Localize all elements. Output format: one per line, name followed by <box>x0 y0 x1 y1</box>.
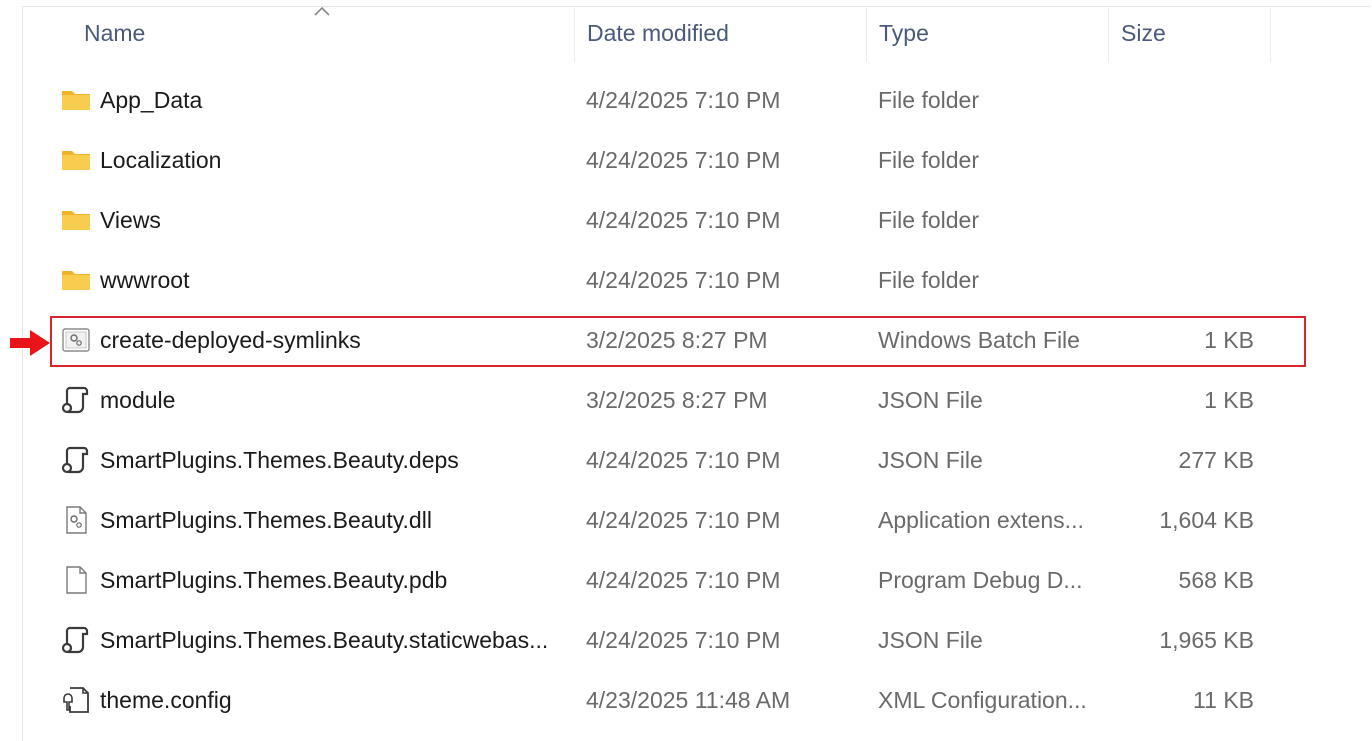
folder-icon <box>60 84 92 116</box>
column-divider[interactable] <box>574 8 575 62</box>
file-date-modified: 4/24/2025 7:10 PM <box>586 567 781 593</box>
file-name: SmartPlugins.Themes.Beauty.pdb <box>100 567 448 593</box>
sort-ascending-icon[interactable] <box>314 6 330 16</box>
column-divider[interactable] <box>866 8 867 62</box>
file-size: 1,604 KB <box>1159 507 1254 533</box>
folder-icon <box>60 144 92 176</box>
red-arrow-icon <box>10 330 50 356</box>
file-name: module <box>100 387 176 413</box>
file-row[interactable]: wwwroot 4/24/2025 7:10 PM File folder <box>52 251 1306 309</box>
file-name: theme.config <box>100 687 232 713</box>
file-row[interactable]: module 3/2/2025 8:27 PM JSON File 1 KB <box>52 371 1306 429</box>
dll-file-icon <box>60 504 92 536</box>
column-header-name[interactable]: Name <box>84 20 145 47</box>
json-file-icon <box>60 444 92 476</box>
file-type: XML Configuration... <box>878 687 1087 713</box>
column-header-size[interactable]: Size <box>1121 20 1166 47</box>
file-size: 568 KB <box>1178 567 1254 593</box>
file-name: SmartPlugins.Themes.Beauty.staticwebas..… <box>100 627 549 653</box>
file-date-modified: 3/2/2025 8:27 PM <box>586 387 768 413</box>
file-row[interactable]: SmartPlugins.Themes.Beauty.deps 4/24/2025… <box>52 431 1306 489</box>
file-date-modified: 4/24/2025 7:10 PM <box>586 627 781 653</box>
file-row[interactable]: theme.config 4/23/2025 11:48 AM XML Config… <box>52 671 1306 729</box>
file-size: 1,965 KB <box>1159 627 1254 653</box>
blank-file-icon <box>60 564 92 596</box>
file-row[interactable]: SmartPlugins.Themes.Beauty.staticwebas..… <box>52 611 1306 669</box>
file-date-modified: 4/24/2025 7:10 PM <box>586 87 781 113</box>
file-date-modified: 4/24/2025 7:10 PM <box>586 267 781 293</box>
file-name: Views <box>100 207 161 233</box>
file-row[interactable]: Localization 4/24/2025 7:10 PM File folder <box>52 131 1306 189</box>
column-divider[interactable] <box>1108 8 1109 62</box>
file-row[interactable]: SmartPlugins.Themes.Beauty.pdb 4/24/2025 … <box>52 551 1306 609</box>
file-row[interactable]: Views 4/24/2025 7:10 PM File folder <box>52 191 1306 249</box>
file-name: SmartPlugins.Themes.Beauty.dll <box>100 507 432 533</box>
highlight-box <box>50 316 1306 367</box>
file-type: File folder <box>878 207 979 233</box>
column-divider[interactable] <box>1270 8 1271 62</box>
file-date-modified: 4/24/2025 7:10 PM <box>586 147 781 173</box>
column-header-date-modified[interactable]: Date modified <box>587 20 729 47</box>
file-size: 11 KB <box>1193 687 1254 713</box>
column-header-type[interactable]: Type <box>879 20 929 47</box>
file-name: App_Data <box>100 87 203 113</box>
file-type: Application extens... <box>878 507 1084 533</box>
file-size: 1 KB <box>1204 387 1254 413</box>
file-row[interactable]: SmartPlugins.Themes.Beauty.dll 4/24/2025 … <box>52 491 1306 549</box>
file-type: File folder <box>878 147 979 173</box>
file-date-modified: 4/24/2025 7:10 PM <box>586 507 781 533</box>
file-type: JSON File <box>878 627 983 653</box>
column-header-bar: Name Date modified Type Size <box>0 0 1372 62</box>
config-file-icon <box>60 684 92 716</box>
file-type: JSON File <box>878 387 983 413</box>
file-size: 277 KB <box>1178 447 1254 473</box>
file-name: Localization <box>100 147 222 173</box>
file-type: Program Debug D... <box>878 567 1083 593</box>
file-name: SmartPlugins.Themes.Beauty.deps <box>100 447 459 473</box>
file-date-modified: 4/24/2025 7:10 PM <box>586 207 781 233</box>
file-type: File folder <box>878 87 979 113</box>
json-file-icon <box>60 624 92 656</box>
file-name: wwwroot <box>100 267 190 293</box>
file-type: JSON File <box>878 447 983 473</box>
folder-icon <box>60 264 92 296</box>
file-type: File folder <box>878 267 979 293</box>
file-row[interactable]: App_Data 4/24/2025 7:10 PM File folder <box>52 71 1306 129</box>
folder-icon <box>60 204 92 236</box>
file-date-modified: 4/24/2025 7:10 PM <box>586 447 781 473</box>
file-date-modified: 4/23/2025 11:48 AM <box>586 687 791 713</box>
json-file-icon <box>60 384 92 416</box>
